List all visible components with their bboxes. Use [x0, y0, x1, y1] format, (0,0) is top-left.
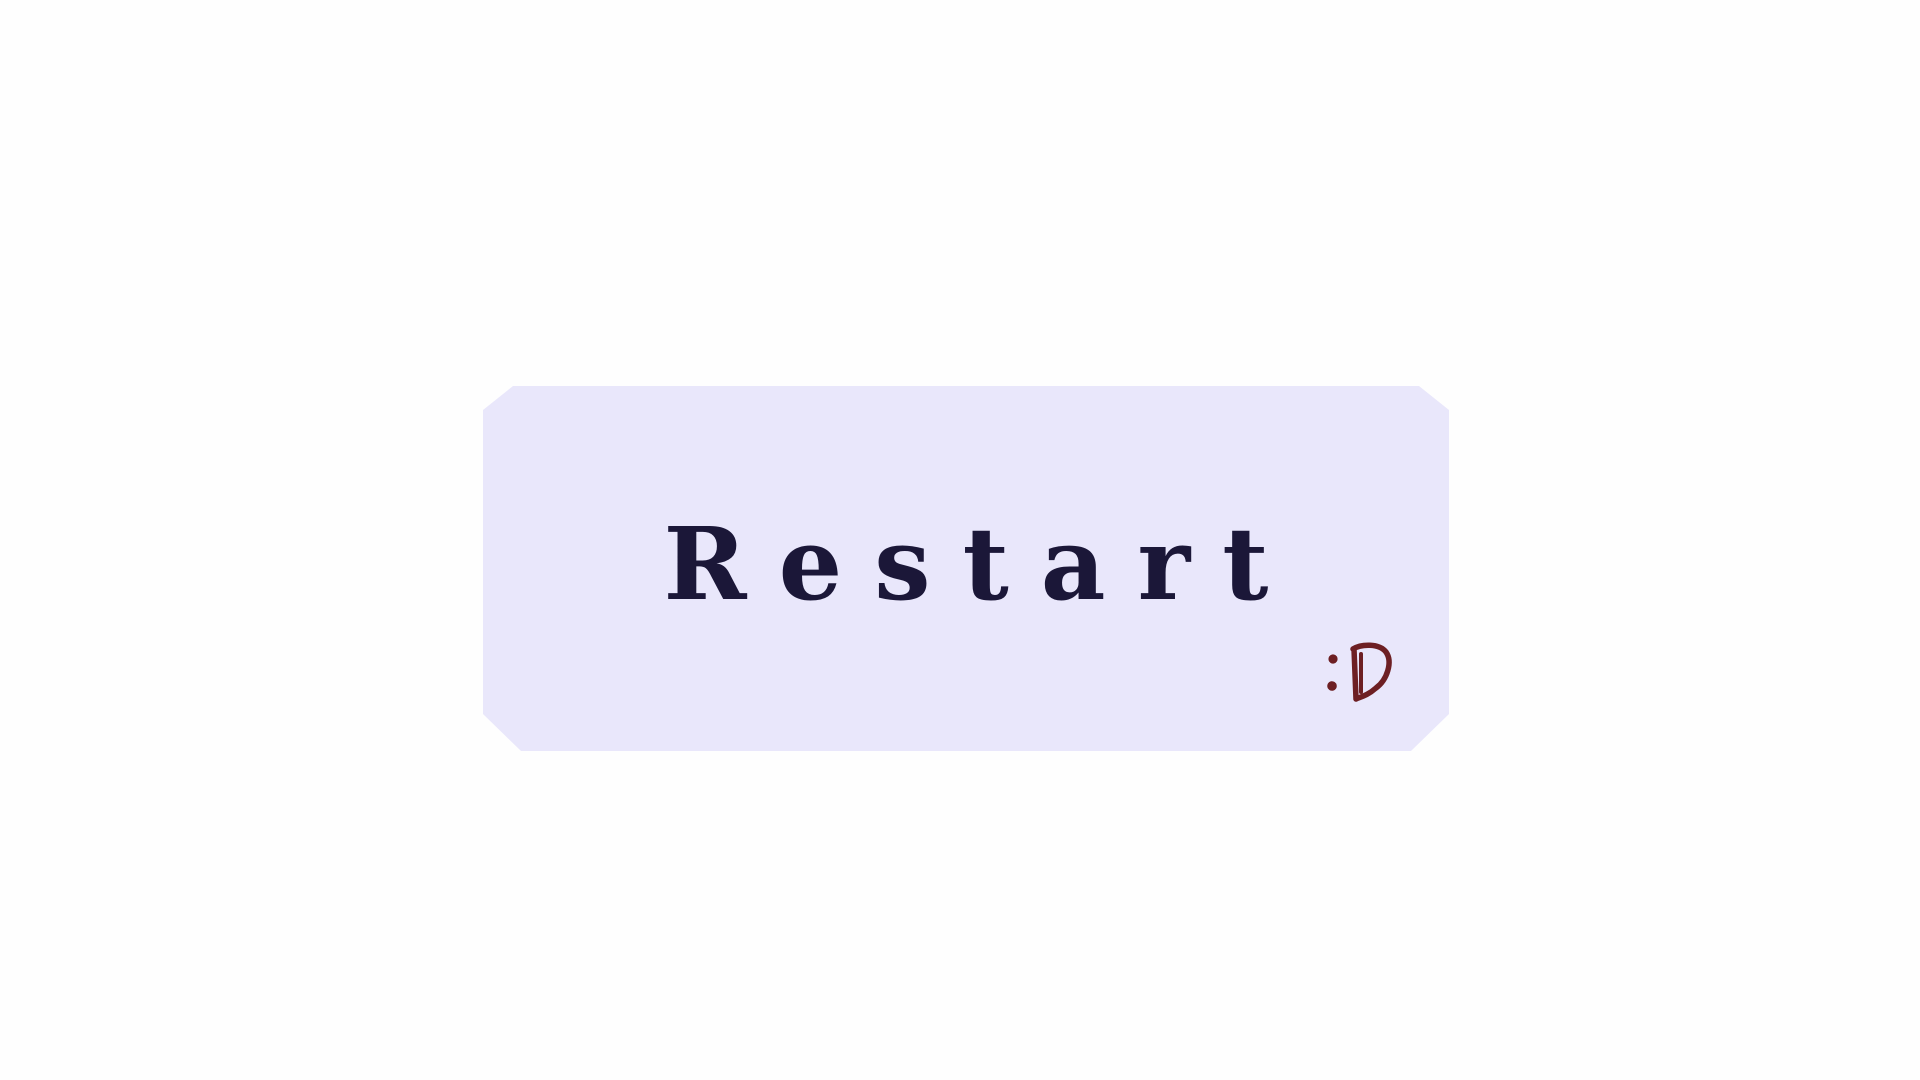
- page-canvas: Restart: [0, 0, 1920, 1080]
- colon-dot-bottom-icon: [1327, 681, 1337, 691]
- colon-dot-top-icon: [1328, 654, 1338, 664]
- smiley-doodle-icon: [1327, 642, 1398, 706]
- restart-button[interactable]: Restart: [483, 386, 1449, 751]
- doodle-d-outer-icon: [1350, 642, 1392, 702]
- restart-button-label: Restart: [663, 505, 1301, 623]
